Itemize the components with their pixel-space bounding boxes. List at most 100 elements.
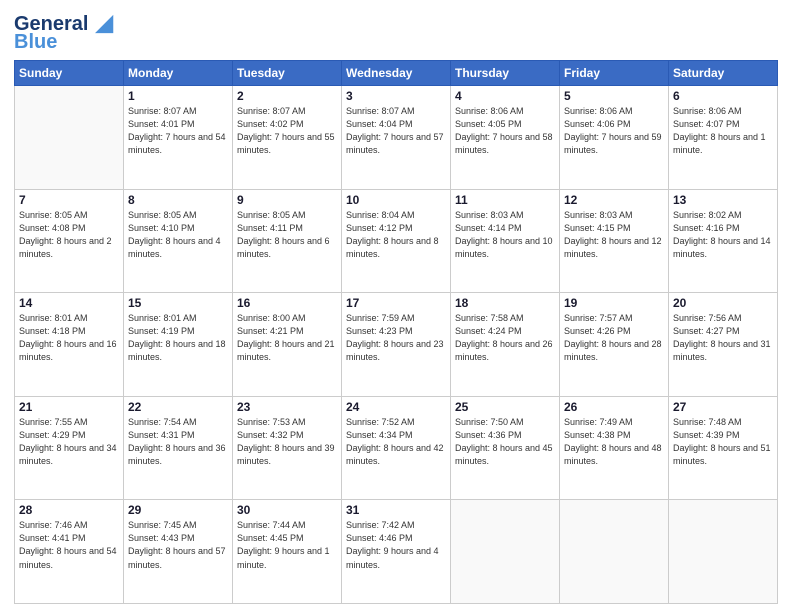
day-number: 5	[564, 89, 664, 103]
calendar-cell: 1Sunrise: 8:07 AM Sunset: 4:01 PM Daylig…	[124, 86, 233, 190]
logo-blue: Blue	[14, 32, 57, 52]
day-info: Sunrise: 8:07 AM Sunset: 4:01 PM Dayligh…	[128, 105, 228, 157]
day-info: Sunrise: 7:48 AM Sunset: 4:39 PM Dayligh…	[673, 416, 773, 468]
day-number: 21	[19, 400, 119, 414]
calendar-cell: 7Sunrise: 8:05 AM Sunset: 4:08 PM Daylig…	[15, 189, 124, 293]
col-header-tuesday: Tuesday	[233, 61, 342, 86]
day-number: 12	[564, 193, 664, 207]
day-number: 16	[237, 296, 337, 310]
calendar-cell: 17 Sunrise: 7:59 AM Sunset: 4:23 PM Dayli…	[342, 293, 451, 397]
day-info: Sunrise: 7:58 AM Sunset: 4:24 PM Dayligh…	[455, 312, 555, 364]
col-header-wednesday: Wednesday	[342, 61, 451, 86]
calendar-cell	[451, 500, 560, 604]
day-info: Sunrise: 7:42 AM Sunset: 4:46 PM Dayligh…	[346, 519, 446, 571]
calendar-cell: 25 Sunrise: 7:50 AM Sunset: 4:36 PM Dayli…	[451, 396, 560, 500]
calendar-cell: 4Sunrise: 8:06 AM Sunset: 4:05 PM Daylig…	[451, 86, 560, 190]
calendar-cell: 19 Sunrise: 7:57 AM Sunset: 4:26 PM Dayli…	[560, 293, 669, 397]
calendar-cell: 6Sunrise: 8:06 AM Sunset: 4:07 PM Daylig…	[669, 86, 778, 190]
calendar-cell: 18 Sunrise: 7:58 AM Sunset: 4:24 PM Dayli…	[451, 293, 560, 397]
day-info: Sunrise: 8:04 AM Sunset: 4:12 PM Dayligh…	[346, 209, 446, 261]
day-number: 18	[455, 296, 555, 310]
day-number: 23	[237, 400, 337, 414]
day-info: Sunrise: 8:02 AM Sunset: 4:16 PM Dayligh…	[673, 209, 773, 261]
day-number: 15	[128, 296, 228, 310]
col-header-sunday: Sunday	[15, 61, 124, 86]
calendar-cell: 29 Sunrise: 7:45 AM Sunset: 4:43 PM Dayli…	[124, 500, 233, 604]
day-number: 20	[673, 296, 773, 310]
day-info: Sunrise: 7:54 AM Sunset: 4:31 PM Dayligh…	[128, 416, 228, 468]
day-info: Sunrise: 7:59 AM Sunset: 4:23 PM Dayligh…	[346, 312, 446, 364]
day-number: 26	[564, 400, 664, 414]
calendar-cell	[560, 500, 669, 604]
day-info: Sunrise: 8:05 AM Sunset: 4:10 PM Dayligh…	[128, 209, 228, 261]
day-number: 14	[19, 296, 119, 310]
calendar-cell: 12 Sunrise: 8:03 AM Sunset: 4:15 PM Dayli…	[560, 189, 669, 293]
day-number: 30	[237, 503, 337, 517]
day-info: Sunrise: 7:45 AM Sunset: 4:43 PM Dayligh…	[128, 519, 228, 571]
day-number: 28	[19, 503, 119, 517]
col-header-thursday: Thursday	[451, 61, 560, 86]
calendar-cell: 11 Sunrise: 8:03 AM Sunset: 4:14 PM Dayli…	[451, 189, 560, 293]
calendar-cell: 30 Sunrise: 7:44 AM Sunset: 4:45 PM Dayli…	[233, 500, 342, 604]
col-header-monday: Monday	[124, 61, 233, 86]
calendar-cell: 15 Sunrise: 8:01 AM Sunset: 4:19 PM Dayli…	[124, 293, 233, 397]
calendar-cell: 9 Sunrise: 8:05 AM Sunset: 4:11 PM Daylig…	[233, 189, 342, 293]
calendar-cell: 13 Sunrise: 8:02 AM Sunset: 4:16 PM Dayli…	[669, 189, 778, 293]
calendar-cell: 22 Sunrise: 7:54 AM Sunset: 4:31 PM Dayli…	[124, 396, 233, 500]
day-info: Sunrise: 8:06 AM Sunset: 4:06 PM Dayligh…	[564, 105, 664, 157]
day-info: Sunrise: 8:01 AM Sunset: 4:18 PM Dayligh…	[19, 312, 119, 364]
calendar-cell: 10 Sunrise: 8:04 AM Sunset: 4:12 PM Dayli…	[342, 189, 451, 293]
day-number: 9	[237, 193, 337, 207]
day-info: Sunrise: 8:03 AM Sunset: 4:15 PM Dayligh…	[564, 209, 664, 261]
calendar-cell: 24Sunrise: 7:52 AM Sunset: 4:34 PM Dayli…	[342, 396, 451, 500]
day-info: Sunrise: 8:05 AM Sunset: 4:11 PM Dayligh…	[237, 209, 337, 261]
calendar-week-0: 1Sunrise: 8:07 AM Sunset: 4:01 PM Daylig…	[15, 86, 778, 190]
page-container: General ◢ Blue SundayMondayTuesdayWednes…	[0, 0, 792, 612]
calendar-cell: 2 Sunrise: 8:07 AM Sunset: 4:02 PM Daylig…	[233, 86, 342, 190]
day-info: Sunrise: 7:55 AM Sunset: 4:29 PM Dayligh…	[19, 416, 119, 468]
day-info: Sunrise: 7:49 AM Sunset: 4:38 PM Dayligh…	[564, 416, 664, 468]
day-info: Sunrise: 7:52 AM Sunset: 4:34 PM Dayligh…	[346, 416, 446, 468]
day-info: Sunrise: 7:56 AM Sunset: 4:27 PM Dayligh…	[673, 312, 773, 364]
day-info: Sunrise: 8:03 AM Sunset: 4:14 PM Dayligh…	[455, 209, 555, 261]
calendar-cell: 16Sunrise: 8:00 AM Sunset: 4:21 PM Dayli…	[233, 293, 342, 397]
calendar-cell	[15, 86, 124, 190]
day-info: Sunrise: 8:07 AM Sunset: 4:04 PM Dayligh…	[346, 105, 446, 157]
calendar-cell: 5 Sunrise: 8:06 AM Sunset: 4:06 PM Daylig…	[560, 86, 669, 190]
day-info: Sunrise: 7:57 AM Sunset: 4:26 PM Dayligh…	[564, 312, 664, 364]
calendar-cell: 23Sunrise: 7:53 AM Sunset: 4:32 PM Dayli…	[233, 396, 342, 500]
day-number: 11	[455, 193, 555, 207]
day-number: 17	[346, 296, 446, 310]
day-number: 10	[346, 193, 446, 207]
calendar-week-3: 21 Sunrise: 7:55 AM Sunset: 4:29 PM Dayli…	[15, 396, 778, 500]
calendar-cell: 27 Sunrise: 7:48 AM Sunset: 4:39 PM Dayli…	[669, 396, 778, 500]
day-number: 31	[346, 503, 446, 517]
col-header-friday: Friday	[560, 61, 669, 86]
day-number: 2	[237, 89, 337, 103]
day-number: 25	[455, 400, 555, 414]
day-number: 29	[128, 503, 228, 517]
calendar-cell	[669, 500, 778, 604]
calendar-cell: 26 Sunrise: 7:49 AM Sunset: 4:38 PM Dayli…	[560, 396, 669, 500]
calendar-cell: 21 Sunrise: 7:55 AM Sunset: 4:29 PM Dayli…	[15, 396, 124, 500]
day-number: 7	[19, 193, 119, 207]
day-number: 13	[673, 193, 773, 207]
day-info: Sunrise: 8:01 AM Sunset: 4:19 PM Dayligh…	[128, 312, 228, 364]
day-number: 6	[673, 89, 773, 103]
logo: General ◢ Blue	[14, 12, 113, 52]
calendar-cell: 3 Sunrise: 8:07 AM Sunset: 4:04 PM Daylig…	[342, 86, 451, 190]
calendar-week-2: 14 Sunrise: 8:01 AM Sunset: 4:18 PM Dayli…	[15, 293, 778, 397]
calendar-week-4: 28Sunrise: 7:46 AM Sunset: 4:41 PM Dayli…	[15, 500, 778, 604]
calendar-week-1: 7Sunrise: 8:05 AM Sunset: 4:08 PM Daylig…	[15, 189, 778, 293]
day-info: Sunrise: 7:44 AM Sunset: 4:45 PM Dayligh…	[237, 519, 337, 571]
day-info: Sunrise: 8:07 AM Sunset: 4:02 PM Dayligh…	[237, 105, 337, 157]
calendar-cell: 20 Sunrise: 7:56 AM Sunset: 4:27 PM Dayli…	[669, 293, 778, 397]
day-number: 22	[128, 400, 228, 414]
calendar-cell: 28Sunrise: 7:46 AM Sunset: 4:41 PM Dayli…	[15, 500, 124, 604]
day-number: 19	[564, 296, 664, 310]
day-info: Sunrise: 7:50 AM Sunset: 4:36 PM Dayligh…	[455, 416, 555, 468]
calendar-cell: 14 Sunrise: 8:01 AM Sunset: 4:18 PM Dayli…	[15, 293, 124, 397]
day-number: 27	[673, 400, 773, 414]
calendar-table: SundayMondayTuesdayWednesdayThursdayFrid…	[14, 60, 778, 604]
day-number: 3	[346, 89, 446, 103]
